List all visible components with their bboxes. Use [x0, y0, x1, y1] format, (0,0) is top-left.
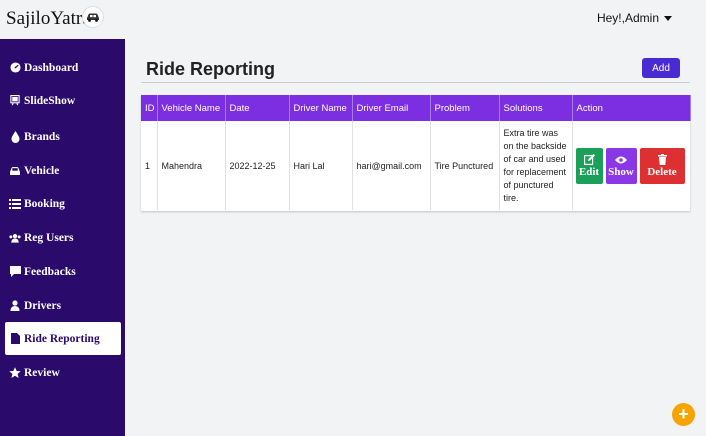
cell-problem: Tire Punctured	[430, 121, 500, 210]
dashboard-icon	[9, 62, 21, 74]
list-icon	[9, 198, 21, 210]
floating-add-button[interactable]: +	[672, 403, 695, 426]
sidebar-item-brands[interactable]: Brands	[5, 120, 121, 153]
sidebar-item-label: Drivers	[24, 299, 62, 312]
delete-label: Delete	[647, 166, 677, 178]
cell-driver-email: hari@gmail.com	[352, 121, 431, 210]
sidebar-item-label: Booking	[24, 197, 65, 210]
ride-report-table: ID Vehicle Name Date Driver Name Driver …	[141, 95, 691, 211]
sidebar-item-label: Reg Users	[24, 231, 74, 244]
page-title: Ride Reporting	[146, 59, 275, 79]
sidebar-item-feedbacks[interactable]: Feedbacks	[5, 255, 121, 288]
sidebar-item-slideshow[interactable]: SlideShow	[5, 84, 121, 117]
cell-id: 1	[141, 121, 158, 210]
trash-icon	[657, 153, 667, 166]
cell-date: 2022-12-25	[225, 121, 290, 210]
column-header: Date	[225, 95, 290, 121]
sidebar-item-vehicle[interactable]: Vehicle	[5, 154, 121, 187]
sidebar-item-label: Brands	[24, 130, 60, 143]
column-header: Action	[572, 95, 691, 121]
car-logo-icon	[82, 6, 104, 28]
sidebar-item-drivers[interactable]: Drivers	[5, 289, 121, 322]
sidebar-item-ride-reporting[interactable]: Ride Reporting	[5, 322, 121, 355]
edit-button[interactable]: Edit	[575, 147, 603, 184]
car-icon	[9, 165, 21, 177]
user-menu[interactable]: Hey!,Admin	[597, 11, 672, 25]
sidebar-item-booking[interactable]: Booking	[5, 187, 121, 220]
sidebar-item-label: Review	[24, 366, 60, 379]
caret-down-icon	[664, 15, 672, 21]
user-icon	[9, 300, 21, 312]
delete-button[interactable]: Delete	[639, 147, 685, 184]
column-header: Driver Name	[289, 95, 353, 121]
sidebar-item-review[interactable]: Review	[5, 356, 121, 389]
users-icon	[9, 232, 21, 244]
comment-icon	[9, 266, 21, 278]
column-header: ID	[141, 95, 158, 121]
title-divider	[141, 82, 690, 83]
show-button[interactable]: Show	[605, 147, 637, 184]
star-icon	[9, 366, 21, 379]
user-menu-label: Hey!,Admin	[596, 11, 659, 25]
sidebar-item-label: SlideShow	[24, 94, 76, 107]
edit-icon	[583, 153, 595, 166]
cell-actions: Edit Show Delete	[572, 121, 691, 210]
column-header: Problem	[430, 95, 500, 121]
cell-vehicle-name: Mahendra	[157, 121, 226, 210]
cell-driver-name: Hari Lal	[289, 121, 353, 210]
edit-label: Edit	[578, 166, 600, 178]
add-button[interactable]: Add	[642, 58, 680, 78]
eye-icon	[615, 153, 627, 166]
sidebar-item-label: Vehicle	[24, 164, 60, 177]
sidebar: Dashboard SlideShow Brands Vehicle Booki…	[0, 39, 125, 436]
sidebar-item-label: Feedbacks	[24, 265, 76, 278]
table-row: 1 Mahendra 2022-12-25 Hari Lal hari@gmai…	[141, 121, 691, 210]
column-header: Driver Email	[352, 95, 431, 121]
sidebar-item-label: Ride Reporting	[24, 332, 100, 345]
column-header: Vehicle Name	[157, 95, 226, 121]
top-bar: SajiloYatra Hey!,Admin	[0, 0, 706, 38]
brand-name[interactable]: SajiloYatra	[6, 8, 91, 30]
table-header-row: ID Vehicle Name Date Driver Name Driver …	[141, 95, 691, 121]
slideshow-icon	[9, 95, 21, 107]
sidebar-item-dashboard[interactable]: Dashboard	[5, 51, 121, 84]
droplet-icon	[9, 130, 21, 143]
cell-solution: Extra tire was on the backside of car an…	[499, 121, 573, 210]
file-icon	[9, 333, 21, 345]
column-header: Solutions	[499, 95, 573, 121]
sidebar-item-label: Dashboard	[24, 61, 79, 74]
sidebar-item-reg-users[interactable]: Reg Users	[5, 221, 121, 254]
show-label: Show	[608, 166, 634, 178]
